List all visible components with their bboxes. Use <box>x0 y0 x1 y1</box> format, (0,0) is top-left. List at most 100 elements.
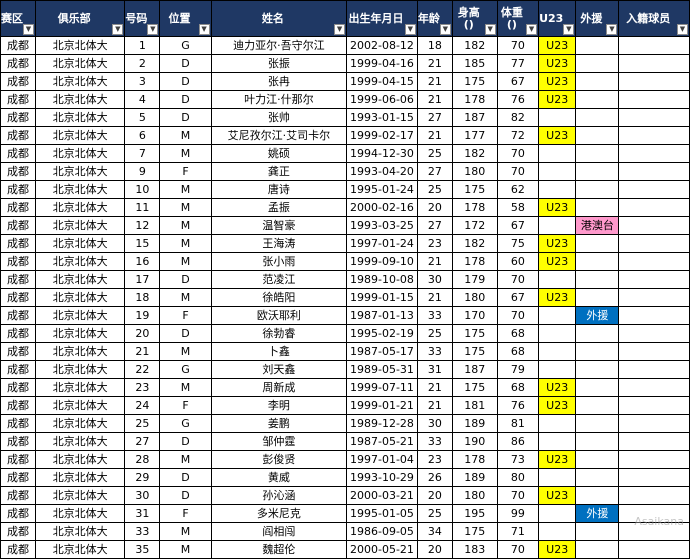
cell-foreign[interactable] <box>575 108 620 127</box>
cell-position[interactable]: M <box>159 198 212 217</box>
cell-name[interactable]: 姜鹏 <box>210 414 348 433</box>
cell-region[interactable]: 成都 <box>0 396 36 415</box>
cell-number[interactable]: 12 <box>124 216 161 235</box>
column-header-9[interactable]: U23 ▼ <box>538 0 577 37</box>
cell-u23[interactable]: U23 <box>538 198 577 217</box>
cell-birthdate[interactable]: 1987-05-21 <box>346 432 418 451</box>
cell-weight[interactable]: 67 <box>496 216 540 235</box>
dropdown-filter-icon[interactable]: ▼ <box>677 24 688 35</box>
cell-club[interactable]: 北京北体大 <box>34 378 126 397</box>
cell-age[interactable]: 23 <box>416 450 453 469</box>
cell-naturalized[interactable] <box>618 450 690 469</box>
dropdown-filter-icon[interactable]: ▼ <box>334 24 346 35</box>
cell-position[interactable]: D <box>159 468 212 487</box>
cell-position[interactable]: D <box>159 72 212 91</box>
cell-u23[interactable]: U23 <box>538 36 577 55</box>
cell-u23[interactable]: U23 <box>538 450 577 469</box>
cell-region[interactable]: 成都 <box>0 270 36 289</box>
cell-u23[interactable] <box>538 180 577 199</box>
cell-height[interactable]: 185 <box>451 54 498 73</box>
cell-club[interactable]: 北京北体大 <box>34 252 126 271</box>
cell-age[interactable]: 27 <box>416 216 453 235</box>
cell-name[interactable]: 多米尼克 <box>210 504 348 523</box>
cell-naturalized[interactable] <box>618 486 690 505</box>
cell-club[interactable]: 北京北体大 <box>34 198 126 217</box>
cell-u23[interactable] <box>538 360 577 379</box>
cell-foreign[interactable] <box>575 288 620 307</box>
cell-name[interactable]: 王海涛 <box>210 234 348 253</box>
cell-foreign[interactable]: 外援 <box>575 504 620 523</box>
cell-position[interactable]: D <box>159 324 212 343</box>
cell-age[interactable]: 21 <box>416 252 453 271</box>
cell-birthdate[interactable]: 2002-08-12 <box>346 36 418 55</box>
cell-region[interactable]: 成都 <box>0 36 36 55</box>
cell-number[interactable]: 29 <box>124 468 161 487</box>
cell-u23[interactable] <box>538 108 577 127</box>
dropdown-filter-icon[interactable]: ▼ <box>563 24 575 35</box>
cell-height[interactable]: 175 <box>451 522 498 541</box>
cell-naturalized[interactable] <box>618 432 690 451</box>
cell-age[interactable]: 21 <box>416 72 453 91</box>
cell-birthdate[interactable]: 1989-12-28 <box>346 414 418 433</box>
cell-club[interactable]: 北京北体大 <box>34 144 126 163</box>
cell-foreign[interactable] <box>575 126 620 145</box>
cell-birthdate[interactable]: 1993-03-25 <box>346 216 418 235</box>
cell-club[interactable]: 北京北体大 <box>34 468 126 487</box>
cell-naturalized[interactable] <box>618 378 690 397</box>
cell-height[interactable]: 175 <box>451 72 498 91</box>
cell-foreign[interactable]: 港澳台 <box>575 216 620 235</box>
cell-number[interactable]: 4 <box>124 90 161 109</box>
cell-u23[interactable]: U23 <box>538 288 577 307</box>
cell-u23[interactable]: U23 <box>538 396 577 415</box>
cell-birthdate[interactable]: 1999-09-10 <box>346 252 418 271</box>
cell-name[interactable]: 孙沁涵 <box>210 486 348 505</box>
cell-foreign[interactable] <box>575 72 620 91</box>
cell-position[interactable]: M <box>159 216 212 235</box>
cell-number[interactable]: 17 <box>124 270 161 289</box>
cell-naturalized[interactable] <box>618 90 690 109</box>
cell-club[interactable]: 北京北体大 <box>34 162 126 181</box>
cell-naturalized[interactable] <box>618 270 690 289</box>
cell-birthdate[interactable]: 1999-06-06 <box>346 90 418 109</box>
cell-birthdate[interactable]: 1989-10-08 <box>346 270 418 289</box>
cell-age[interactable]: 20 <box>416 486 453 505</box>
cell-age[interactable]: 31 <box>416 360 453 379</box>
cell-club[interactable]: 北京北体大 <box>34 504 126 523</box>
cell-region[interactable]: 成都 <box>0 306 36 325</box>
dropdown-filter-icon[interactable]: ▼ <box>198 24 210 35</box>
cell-foreign[interactable] <box>575 90 620 109</box>
cell-naturalized[interactable] <box>618 504 690 523</box>
cell-club[interactable]: 北京北体大 <box>34 108 126 127</box>
cell-birthdate[interactable]: 1999-01-21 <box>346 396 418 415</box>
cell-name[interactable]: 徐勃睿 <box>210 324 348 343</box>
cell-naturalized[interactable] <box>618 198 690 217</box>
cell-position[interactable]: M <box>159 126 212 145</box>
column-header-4[interactable]: 姓名 ▼ <box>210 0 348 37</box>
column-header-10[interactable]: 外援 ▼ <box>575 0 620 37</box>
cell-name[interactable]: 范凌江 <box>210 270 348 289</box>
cell-foreign[interactable] <box>575 414 620 433</box>
cell-position[interactable]: D <box>159 270 212 289</box>
cell-name[interactable]: 彭俊贤 <box>210 450 348 469</box>
cell-region[interactable]: 成都 <box>0 126 36 145</box>
dropdown-filter-icon[interactable]: ▼ <box>147 24 159 35</box>
cell-weight[interactable]: 82 <box>496 108 540 127</box>
cell-age[interactable]: 30 <box>416 270 453 289</box>
cell-club[interactable]: 北京北体大 <box>34 414 126 433</box>
cell-number[interactable]: 16 <box>124 252 161 271</box>
cell-birthdate[interactable]: 2000-02-16 <box>346 198 418 217</box>
cell-age[interactable]: 25 <box>416 324 453 343</box>
cell-region[interactable]: 成都 <box>0 144 36 163</box>
cell-u23[interactable]: U23 <box>538 378 577 397</box>
cell-region[interactable]: 成都 <box>0 504 36 523</box>
cell-position[interactable]: F <box>159 396 212 415</box>
cell-club[interactable]: 北京北体大 <box>34 450 126 469</box>
cell-height[interactable]: 180 <box>451 486 498 505</box>
cell-number[interactable]: 1 <box>124 36 161 55</box>
cell-name[interactable]: 徐皓阳 <box>210 288 348 307</box>
cell-naturalized[interactable] <box>618 234 690 253</box>
cell-naturalized[interactable] <box>618 288 690 307</box>
cell-club[interactable]: 北京北体大 <box>34 180 126 199</box>
column-header-6[interactable]: 年龄 ▼ <box>416 0 453 37</box>
cell-club[interactable]: 北京北体大 <box>34 54 126 73</box>
